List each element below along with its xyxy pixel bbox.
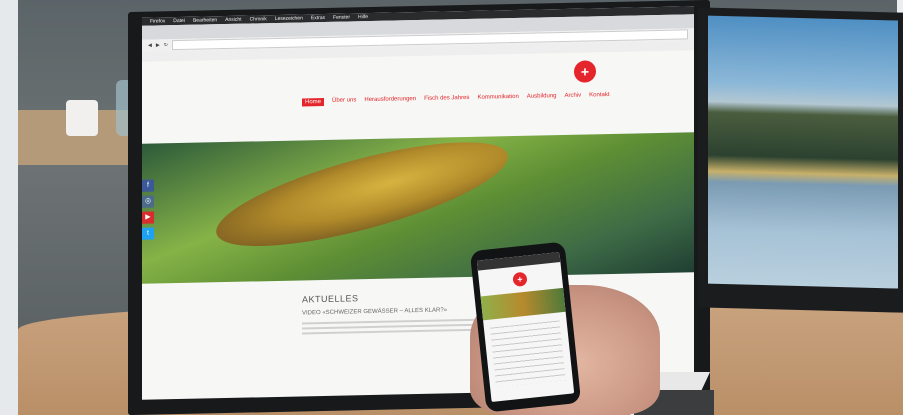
menu-ansicht[interactable]: Ansicht — [225, 17, 241, 23]
youtube-icon[interactable]: ▶ — [142, 211, 154, 224]
photo: Firefox Datei Bearbeiten Ansicht Chronik… — [0, 0, 903, 415]
menu-fenster[interactable]: Fenster — [333, 14, 350, 20]
second-monitor — [698, 7, 903, 313]
phone-status-bar — [476, 252, 561, 271]
menu-extras[interactable]: Extras — [311, 15, 325, 21]
menu-hilfe[interactable]: Hilfe — [358, 14, 368, 20]
nav-kontakt[interactable]: Kontakt — [589, 92, 609, 100]
instagram-icon[interactable]: ◎ — [142, 195, 154, 208]
menu-lesezeichen[interactable]: Lesezeichen — [275, 15, 303, 22]
site-header: + Home Über uns Herausforderungen Fisch … — [142, 50, 694, 120]
nav-fisch-des-jahres[interactable]: Fisch des Jahres — [424, 95, 469, 104]
menu-firefox[interactable]: Firefox — [150, 18, 165, 24]
nav-ueber-uns[interactable]: Über uns — [332, 97, 356, 106]
menu-chronik[interactable]: Chronik — [250, 16, 267, 22]
nav-herausforderungen[interactable]: Herausforderungen — [364, 96, 416, 105]
trout-image — [207, 121, 517, 268]
phone-screen: + — [476, 252, 575, 402]
nav-ausbildung[interactable]: Ausbildung — [527, 93, 557, 102]
reload-icon[interactable]: ↻ — [164, 42, 168, 48]
nav-archiv[interactable]: Archiv — [565, 93, 582, 101]
left-frame-border — [0, 0, 18, 415]
coffee-mug — [66, 100, 98, 136]
hero-image-trout — [142, 121, 694, 284]
menu-datei[interactable]: Datei — [173, 18, 185, 24]
twitter-icon[interactable]: t — [142, 227, 154, 240]
nav-kommunikation[interactable]: Kommunikation — [477, 94, 518, 103]
site-nav: Home Über uns Herausforderungen Fisch de… — [302, 92, 610, 107]
phone-logo-icon[interactable]: + — [512, 271, 528, 288]
forward-icon[interactable]: ▶ — [156, 42, 160, 48]
facebook-icon[interactable]: f — [142, 179, 154, 192]
social-sidebar: f ◎ ▶ t — [142, 179, 154, 240]
back-icon[interactable]: ◀ — [148, 43, 152, 49]
site-logo-icon[interactable]: + — [574, 60, 596, 83]
phone-hero-image — [480, 287, 566, 321]
phone-text-lines — [489, 320, 566, 388]
nav-home[interactable]: Home — [302, 97, 325, 107]
smartphone: + — [469, 241, 582, 413]
menu-bearbeiten[interactable]: Bearbeiten — [193, 17, 217, 24]
landscape-wallpaper — [708, 15, 898, 289]
